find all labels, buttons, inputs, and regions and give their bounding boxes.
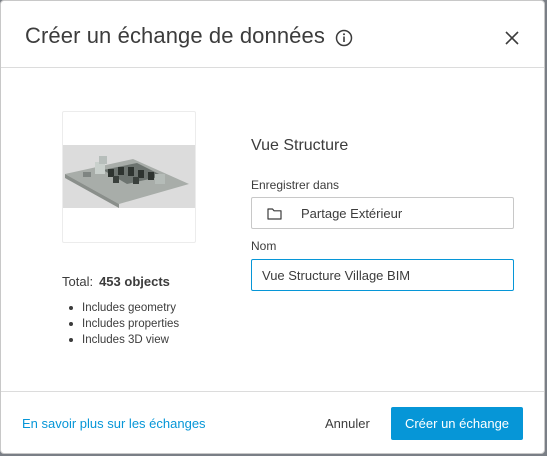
bullet-icon [69, 306, 73, 310]
cancel-button[interactable]: Annuler [325, 416, 370, 431]
close-icon [505, 31, 519, 45]
dialog-title: Créer un échange de données [25, 23, 325, 48]
total-count: 453 objects [99, 274, 170, 289]
list-item: Includes properties [69, 316, 179, 332]
model-thumbnail [62, 111, 196, 243]
total-label: Total: [62, 274, 94, 289]
list-item: Includes geometry [69, 300, 179, 316]
save-location-label: Enregistrer dans [251, 178, 340, 192]
info-icon[interactable] [335, 29, 353, 47]
folder-icon [267, 208, 282, 220]
create-exchange-dialog: Créer un échange de données Total: 453 o… [0, 0, 545, 454]
save-location-field[interactable]: Partage Extérieur [251, 197, 514, 229]
save-location-value: Partage Extérieur [301, 206, 403, 221]
bullet-icon [69, 322, 73, 326]
view-name: Vue Structure [251, 137, 349, 154]
close-button[interactable] [499, 25, 525, 51]
name-field-wrapper [251, 259, 514, 291]
model-preview-image [63, 145, 195, 208]
dialog-header: Créer un échange de données [1, 1, 544, 68]
name-input[interactable] [252, 260, 513, 290]
includes-list: Includes geometry Includes properties In… [69, 300, 179, 348]
create-exchange-button[interactable]: Créer un échange [391, 407, 523, 440]
dialog-footer: En savoir plus sur les échanges Annuler … [1, 391, 544, 453]
name-label: Nom [251, 239, 277, 253]
learn-more-link[interactable]: En savoir plus sur les échanges [22, 416, 206, 431]
bullet-icon [69, 338, 73, 342]
list-item: Includes 3D view [69, 332, 179, 348]
total-objects: Total: 453 objects [62, 274, 170, 289]
